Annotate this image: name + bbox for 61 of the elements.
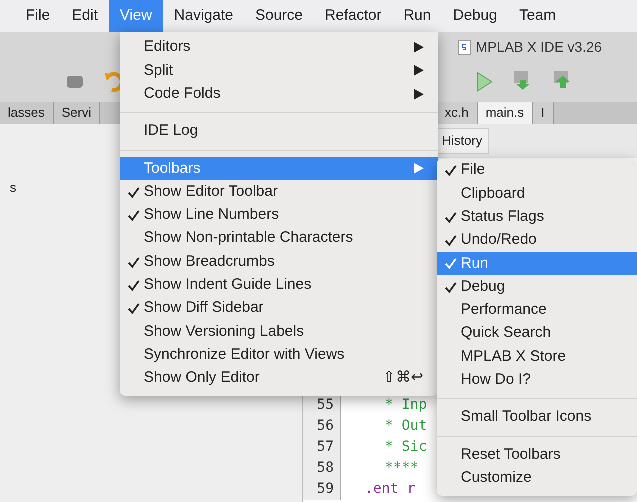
menu-item[interactable]: Show Indent Guide Lines xyxy=(120,274,438,297)
menu-bar-item[interactable]: File xyxy=(15,0,62,32)
editor-tab[interactable]: I xyxy=(533,102,554,124)
submenu-arrow-icon xyxy=(414,88,424,100)
code-line: * Out xyxy=(384,417,428,436)
panel-tab[interactable]: lasses xyxy=(0,102,54,124)
window-title: MPLAB X IDE v3.26 xyxy=(476,38,602,56)
menu-item[interactable]: Clipboard xyxy=(437,182,637,206)
line-number: 58 xyxy=(303,458,341,479)
panel-text: s xyxy=(10,180,16,195)
menu-item[interactable]: Debug xyxy=(437,275,637,299)
code-line: * Sic xyxy=(384,438,428,457)
menu-item[interactable]: Show Diff Sidebar xyxy=(120,296,438,320)
menu-bar-item[interactable]: Refactor xyxy=(314,0,393,32)
line-number: 56 xyxy=(303,416,341,437)
code-line: **** xyxy=(384,459,419,478)
code-line: .ent r xyxy=(364,480,416,499)
menu-item[interactable]: Editors xyxy=(120,36,438,60)
menu-item[interactable]: Customize xyxy=(437,466,637,490)
menu-item[interactable]: How Do I? xyxy=(437,368,637,392)
menu-item[interactable]: Performance xyxy=(437,298,637,322)
menu-item[interactable]: Undo/Redo xyxy=(437,228,637,252)
menu-bar-item[interactable]: Team xyxy=(508,0,568,32)
menu-bar-item[interactable]: Source xyxy=(244,0,314,32)
file-icon xyxy=(458,40,471,54)
menu-bar-item[interactable]: Navigate xyxy=(163,0,244,32)
menu-item[interactable]: Small Toolbar Icons xyxy=(437,406,637,430)
editor-tab[interactable]: main.s xyxy=(478,102,534,124)
menu-bar-item[interactable]: Edit xyxy=(61,0,110,32)
line-number: 57 xyxy=(303,437,341,458)
menu-item[interactable]: Show Only Editor ⇧⌘↩ xyxy=(120,366,438,390)
menu-item[interactable]: Synchronize Editor with Views xyxy=(120,344,438,367)
panel-tab[interactable]: Servi xyxy=(54,102,100,124)
menu-item[interactable]: File xyxy=(437,159,637,182)
menu-item[interactable]: Show Versioning Labels xyxy=(120,320,438,344)
menu-item[interactable]: Show Breadcrumbs xyxy=(120,250,438,274)
menu-bar-item[interactable]: View xyxy=(109,0,164,32)
menu-bar-item[interactable]: Debug xyxy=(442,0,508,32)
menu-item[interactable]: Run xyxy=(437,252,637,276)
history-button[interactable]: History xyxy=(435,128,490,154)
menu-item[interactable]: Show Line Numbers xyxy=(120,204,438,228)
menu-item[interactable]: Reset Toolbars xyxy=(437,443,637,467)
line-number: 59 xyxy=(303,479,341,500)
menu-item[interactable]: MPLAB X Store xyxy=(437,345,637,369)
menu-item[interactable]: Status Flags xyxy=(437,206,637,229)
submenu-arrow-icon xyxy=(414,42,424,54)
submenu-arrow-icon xyxy=(414,163,424,174)
line-number: 55 xyxy=(303,395,341,416)
editor-tab[interactable]: xc.h xyxy=(437,102,478,124)
code-line: * Inp xyxy=(384,396,428,415)
menu-item[interactable]: IDE Log xyxy=(120,120,438,144)
chip-icon[interactable] xyxy=(66,75,84,89)
menu-item[interactable]: Show Editor Toolbar xyxy=(120,180,438,204)
submenu-arrow-icon xyxy=(414,65,424,76)
menu-bar-item[interactable]: Run xyxy=(392,0,442,32)
play-icon[interactable] xyxy=(476,71,494,93)
menu-item[interactable]: Toolbars xyxy=(120,157,438,180)
menu-item[interactable]: Quick Search xyxy=(437,322,637,346)
menu-item[interactable]: Split xyxy=(120,59,438,83)
menu-item[interactable]: Code Folds xyxy=(120,82,438,106)
menu-item[interactable]: Show Non-printable Characters xyxy=(120,227,438,250)
